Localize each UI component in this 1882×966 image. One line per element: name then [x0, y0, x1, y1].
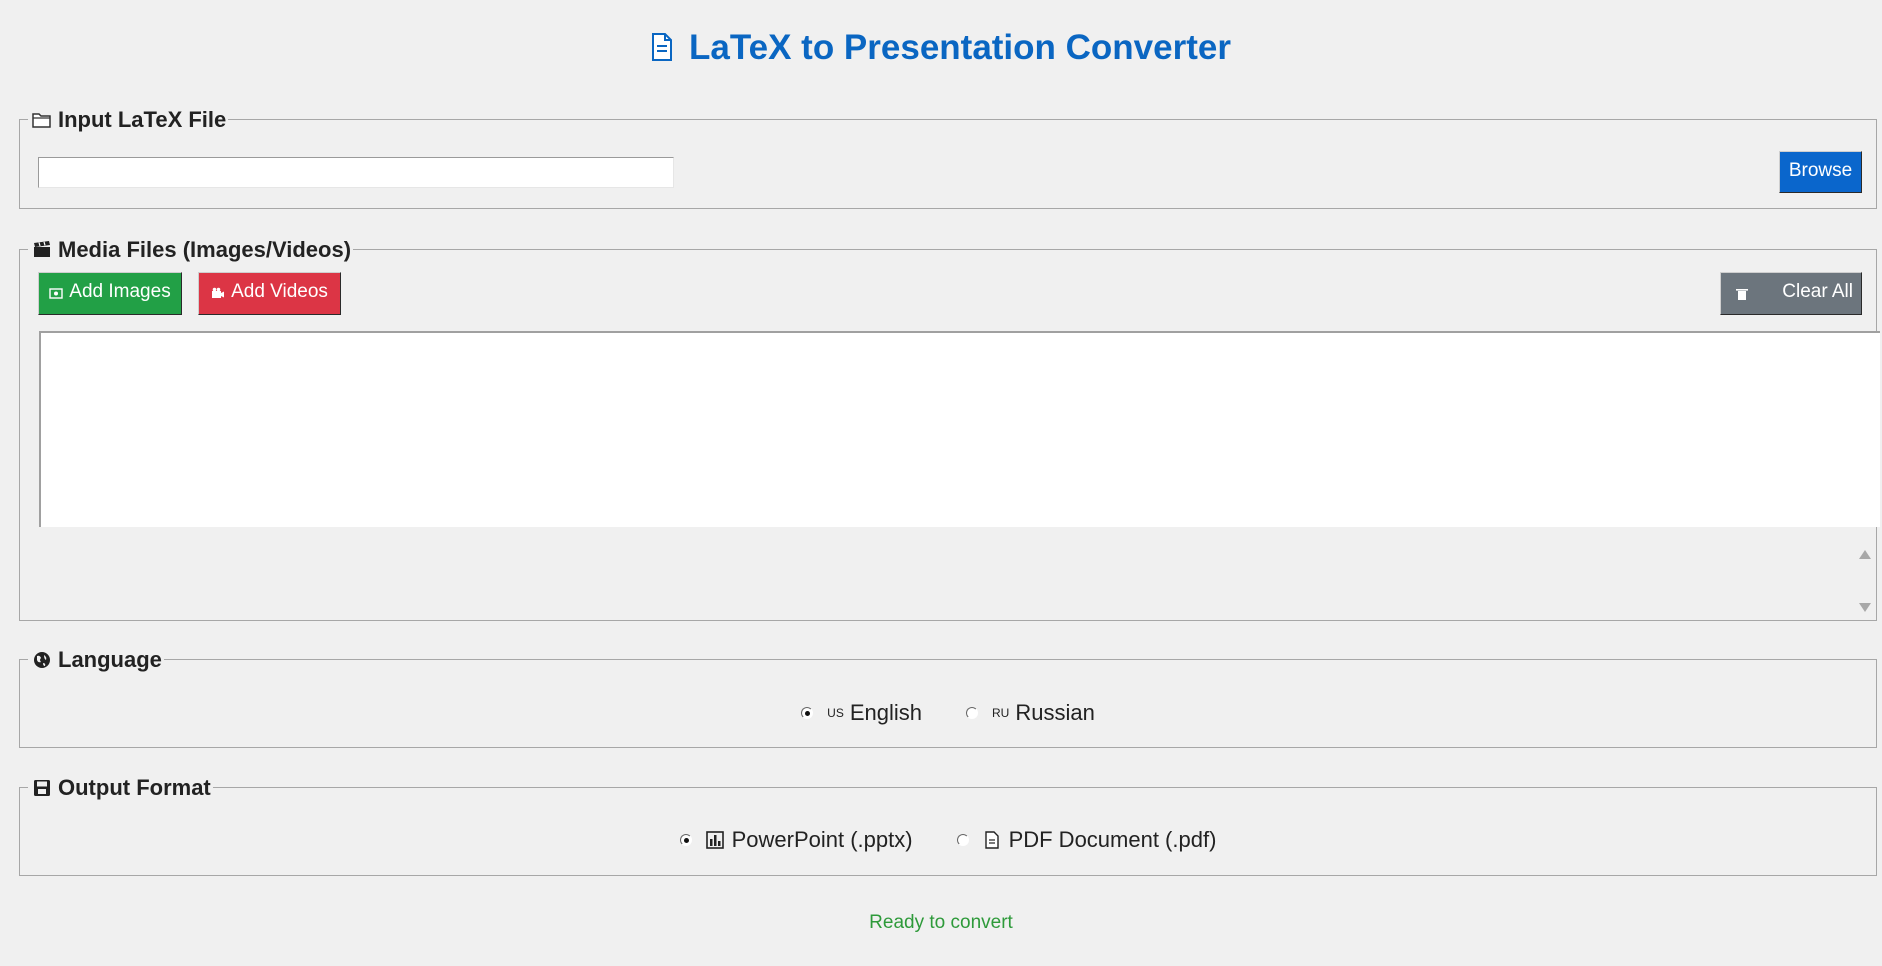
output-format-options: PowerPoint (.pptx) PDF Document (.pdf) — [20, 827, 1876, 853]
media-files-legend-label: Media Files (Images/Videos) — [58, 237, 352, 262]
pptx-radio[interactable] — [679, 834, 692, 846]
folder-icon — [32, 113, 51, 128]
output-format-legend: Output Format — [28, 775, 213, 801]
pdf-radio[interactable] — [956, 834, 969, 846]
add-images-label: Add Images — [69, 281, 171, 302]
media-files-legend: Media Files (Images/Videos) — [28, 237, 354, 263]
pdf-label: PDF Document (.pdf) — [1008, 827, 1217, 852]
clapperboard-icon — [34, 241, 50, 257]
browse-button[interactable]: Browse — [1779, 151, 1862, 193]
input-file-legend: Input LaTeX File — [28, 107, 229, 133]
output-format-group: Output Format PowerPoint (.pptx) PDF Doc… — [19, 775, 1877, 876]
language-legend-label: Language — [58, 647, 162, 672]
media-files-list[interactable] — [39, 331, 1880, 527]
language-option-english[interactable]: US English — [801, 700, 922, 726]
format-option-pdf[interactable]: PDF Document (.pdf) — [956, 827, 1217, 853]
latex-file-path-input[interactable] — [38, 157, 674, 188]
russian-label: Russian — [1015, 700, 1095, 725]
clear-all-label: Clear All — [1782, 281, 1853, 302]
language-legend: Language — [28, 647, 164, 673]
add-videos-button[interactable]: Add Videos — [198, 272, 341, 315]
bar-chart-icon — [705, 831, 724, 849]
us-flag-icon: US — [827, 706, 844, 720]
add-videos-label: Add Videos — [231, 281, 328, 302]
scroll-up-arrow[interactable] — [1859, 550, 1871, 559]
clear-all-button[interactable]: Clear All — [1720, 272, 1862, 315]
language-group: Language US English RU Russian — [19, 647, 1877, 748]
language-options: US English RU Russian — [20, 700, 1876, 726]
format-option-pptx[interactable]: PowerPoint (.pptx) — [679, 827, 913, 853]
language-option-russian[interactable]: RU Russian — [966, 700, 1095, 726]
english-radio[interactable] — [801, 707, 814, 719]
russian-radio[interactable] — [966, 707, 978, 719]
document-icon — [652, 33, 672, 61]
globe-icon — [34, 652, 50, 668]
image-icon — [49, 288, 63, 299]
trash-icon — [1736, 289, 1748, 300]
output-format-legend-label: Output Format — [58, 775, 211, 800]
app-title: LaTeX to Presentation Converter — [0, 28, 1882, 68]
media-files-group: Media Files (Images/Videos) Add Images A… — [19, 237, 1880, 621]
status-text: Ready to convert — [869, 912, 1013, 933]
add-images-button[interactable]: Add Images — [38, 272, 182, 315]
scroll-down-arrow[interactable] — [1859, 603, 1871, 612]
document-icon — [984, 831, 999, 849]
english-label: English — [849, 700, 922, 725]
browse-button-label: Browse — [1788, 160, 1853, 181]
input-file-group: Input LaTeX File Browse — [19, 107, 1877, 209]
pptx-label: PowerPoint (.pptx) — [731, 827, 913, 852]
input-file-legend-label: Input LaTeX File — [58, 107, 227, 132]
video-camera-icon — [212, 287, 225, 298]
floppy-disk-icon — [34, 780, 50, 796]
ru-flag-icon: RU — [992, 706, 1010, 720]
app-title-text: LaTeX to Presentation Converter — [689, 28, 1231, 67]
